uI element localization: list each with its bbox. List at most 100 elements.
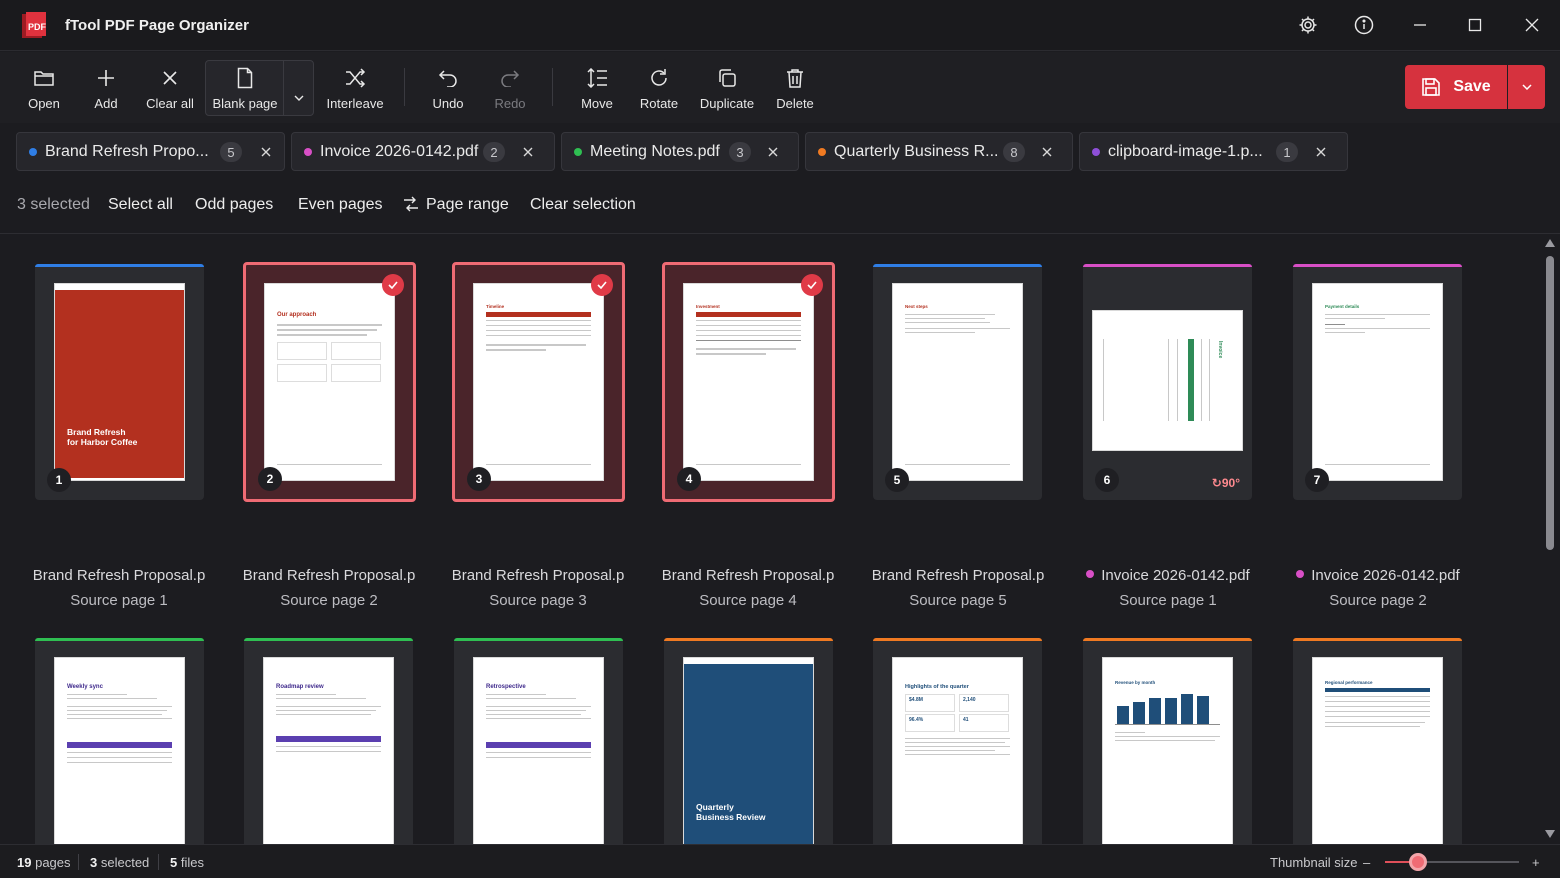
rotate-button[interactable]: Rotate: [634, 60, 684, 116]
move-label: Move: [581, 96, 613, 111]
page-range-button[interactable]: Page range: [426, 196, 509, 214]
page-thumbnail: Invoice: [1093, 311, 1242, 450]
zoom-out-button[interactable]: –: [1363, 855, 1370, 870]
page-source-file: Brand Refresh Proposal.p: [32, 567, 206, 584]
maximize-icon[interactable]: [1463, 13, 1487, 37]
scroll-up-icon[interactable]: [1545, 239, 1555, 247]
duplicate-button[interactable]: Duplicate: [694, 60, 760, 116]
open-button[interactable]: Open: [18, 60, 70, 116]
selected-count-label: selected: [100, 855, 150, 870]
undo-label: Undo: [432, 96, 464, 111]
thumbnail-size-handle[interactable]: [1409, 853, 1427, 871]
page-source-file: Invoice 2026-0142.pdf: [1101, 567, 1250, 584]
title-bar: PDF fTool PDF Page Organizer: [0, 0, 1560, 51]
file-color-dot: [1092, 147, 1100, 156]
blank-page-dropdown[interactable]: [285, 60, 313, 116]
delete-button[interactable]: Delete: [770, 60, 820, 116]
blank-page-split: [283, 60, 284, 116]
page-card[interactable]: Brand Refresh for Harbor Coffee 1: [35, 264, 204, 500]
page-source-page: Source page 2: [1329, 592, 1427, 609]
page-heading: Our approach: [277, 312, 317, 318]
close-tab-icon[interactable]: [1311, 142, 1331, 162]
page-card[interactable]: Investment 4: [662, 262, 835, 502]
page-card[interactable]: Roadmap review: [244, 638, 413, 844]
redo-icon: [501, 70, 520, 87]
select-all-button[interactable]: Select all: [108, 196, 173, 214]
settings-icon[interactable]: [1296, 13, 1320, 37]
page-card[interactable]: Regional performance: [1293, 638, 1462, 844]
page-heading: Highlights of the quarter: [905, 684, 969, 690]
page-heading: Payment details: [1325, 304, 1360, 309]
page-card[interactable]: Payment details 7: [1293, 264, 1462, 500]
page-card[interactable]: Timeline 3: [452, 262, 625, 502]
close-icon[interactable]: [1520, 13, 1544, 37]
file-page-count: 2: [483, 142, 505, 162]
kpi-value: $4.8M: [909, 697, 923, 703]
minimize-icon[interactable]: [1408, 13, 1432, 37]
odd-pages-button[interactable]: Odd pages: [195, 196, 273, 214]
close-tab-icon[interactable]: [1037, 142, 1057, 162]
selected-check-icon[interactable]: [382, 274, 404, 296]
selected-check-icon[interactable]: [801, 274, 823, 296]
app-title: fTool PDF Page Organizer: [65, 17, 249, 34]
page-card[interactable]: Next steps 5: [873, 264, 1042, 500]
file-accent-bar: [1083, 264, 1252, 267]
kpi-value: 41: [963, 717, 969, 723]
close-tab-icon[interactable]: [763, 142, 783, 162]
redo-button[interactable]: Redo: [484, 60, 536, 116]
duplicate-icon: [719, 69, 736, 87]
page-number-badge: 5: [885, 468, 909, 492]
scrollbar-thumb[interactable]: [1546, 256, 1554, 550]
page-source-page: Source page 3: [489, 592, 587, 609]
scroll-down-icon[interactable]: [1545, 830, 1555, 838]
cover-line-1: Quarterly: [696, 802, 734, 812]
page-thumbnail: Roadmap review: [264, 658, 393, 844]
selected-check-icon[interactable]: [591, 274, 613, 296]
interleave-button[interactable]: Interleave: [322, 60, 388, 116]
file-accent-bar: [35, 264, 204, 267]
save-dropdown[interactable]: [1508, 65, 1545, 109]
file-page-count: 8: [1003, 142, 1025, 162]
file-tab[interactable]: Brand Refresh Propo... 5: [16, 132, 285, 171]
file-tab[interactable]: Quarterly Business R... 8: [805, 132, 1073, 171]
page-count-label: pages: [35, 855, 71, 870]
file-tab-name: Brand Refresh Propo...: [45, 142, 209, 160]
page-card[interactable]: Our approach 2: [243, 262, 416, 502]
page-card[interactable]: Retrospective: [454, 638, 623, 844]
file-accent-bar: [1293, 638, 1462, 641]
info-icon[interactable]: [1352, 13, 1376, 37]
blank-page-button[interactable]: Blank page: [208, 60, 282, 116]
save-button[interactable]: Save: [1405, 65, 1507, 109]
clear-all-button[interactable]: Clear all: [142, 60, 198, 116]
status-bar: 19 pages 3 selected 5 files Thumbnail si…: [0, 844, 1560, 878]
clear-selection-button[interactable]: Clear selection: [530, 196, 636, 214]
page-source-page: Source page 4: [699, 592, 797, 609]
page-card[interactable]: Quarterly Business Review: [664, 638, 833, 844]
undo-button[interactable]: Undo: [422, 60, 474, 116]
file-accent-bar: [873, 638, 1042, 641]
folder-icon: [34, 71, 54, 86]
move-button[interactable]: Move: [571, 60, 623, 116]
page-heading: Roadmap review: [276, 684, 324, 690]
page-heading: Timeline: [486, 304, 505, 309]
x-icon: [163, 71, 177, 85]
add-button[interactable]: Add: [80, 60, 132, 116]
file-tab[interactable]: clipboard-image-1.p... 1: [1079, 132, 1348, 171]
page-thumbnail: Revenue by month: [1103, 658, 1232, 844]
zoom-in-button[interactable]: +: [1532, 855, 1540, 870]
cover-title: Quarterly Business Review: [696, 802, 765, 822]
file-tab[interactable]: Invoice 2026-0142.pdf 2: [291, 132, 555, 171]
page-card[interactable]: Revenue by month: [1083, 638, 1252, 844]
page-card[interactable]: Weekly sync: [35, 638, 204, 844]
even-pages-button[interactable]: Even pages: [298, 196, 383, 214]
file-accent-bar: [244, 638, 413, 641]
page-heading: Invoice: [1217, 341, 1223, 359]
file-tab[interactable]: Meeting Notes.pdf 3: [561, 132, 799, 171]
close-tab-icon[interactable]: [518, 142, 538, 162]
page-heading: Regional performance: [1325, 680, 1373, 685]
page-card[interactable]: Highlights of the quarter $4.8M 2,140 96…: [873, 638, 1042, 844]
trash-icon: [787, 69, 803, 88]
status-separator: [78, 854, 79, 870]
page-card[interactable]: Invoice 6 ↻90°: [1083, 264, 1252, 500]
close-tab-icon[interactable]: [256, 142, 276, 162]
